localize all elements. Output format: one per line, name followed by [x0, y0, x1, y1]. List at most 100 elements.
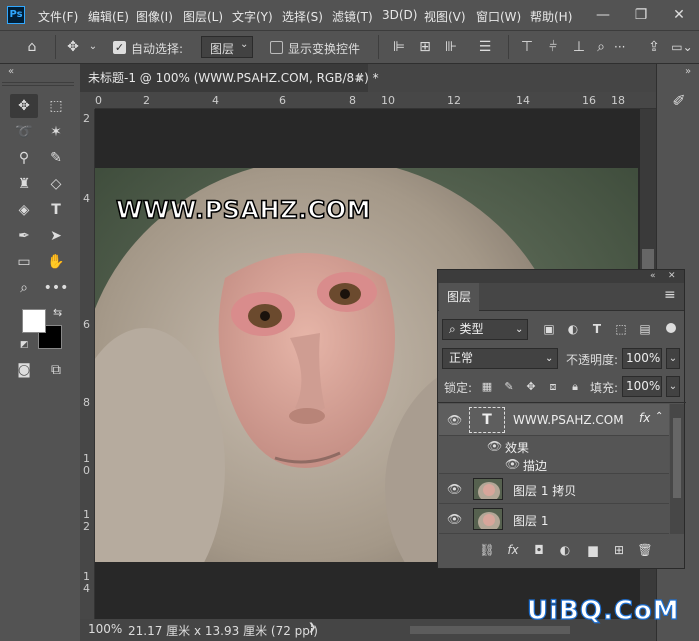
align-bottom-icon[interactable]: ⊥	[570, 37, 588, 57]
trash-icon[interactable]: 🗑︎	[636, 540, 654, 560]
zoom-level[interactable]: 100%	[88, 622, 122, 636]
menu-view[interactable]: 视图(V)	[424, 8, 466, 25]
eye-icon[interactable]: 👁︎	[505, 457, 520, 471]
eye-icon[interactable]: 👁︎	[447, 512, 462, 526]
new-group-icon[interactable]: ▆	[584, 540, 602, 560]
filter-text-icon[interactable]: T	[588, 319, 606, 339]
more-tools-icon[interactable]: •••	[42, 276, 70, 300]
workspace-icon[interactable]: ▭⌄	[670, 37, 694, 57]
canvas-text-layer[interactable]: WWW.PSAHZ.COM	[115, 195, 371, 225]
menu-help[interactable]: 帮助(H)	[530, 8, 572, 25]
magic-wand-icon[interactable]: ✶	[42, 120, 70, 144]
swap-colors-icon[interactable]: ⇆	[53, 306, 62, 319]
menu-window[interactable]: 窗口(W)	[476, 8, 521, 25]
collapse-panel-icon[interactable]: «	[650, 270, 656, 283]
new-layer-icon[interactable]: ⊞	[610, 540, 628, 560]
lock-pixels-icon[interactable]: ✎	[502, 377, 516, 397]
menu-image[interactable]: 图像(I)	[136, 8, 173, 25]
fill-input[interactable]: 100%	[622, 376, 662, 397]
rectangle-tool-icon[interactable]: ▭	[10, 250, 38, 274]
tab-layers[interactable]: 图层	[439, 283, 479, 311]
align-top-icon[interactable]: ⊤	[518, 37, 536, 57]
toolbar-grip[interactable]	[2, 82, 74, 86]
lasso-tool-icon[interactable]: ➰	[10, 120, 38, 144]
align-middle-icon[interactable]: ⫩	[544, 37, 562, 57]
paint-bucket-icon[interactable]: ◈	[10, 198, 38, 222]
restore-button[interactable]: ❐	[622, 0, 660, 30]
filter-adjustment-icon[interactable]: ◐	[564, 319, 582, 339]
fx-icon[interactable]: fx	[639, 411, 650, 425]
add-style-icon[interactable]: fx	[504, 540, 522, 560]
menu-layer[interactable]: 图层(L)	[183, 8, 223, 25]
lock-all-icon[interactable]: 🔒︎	[568, 377, 582, 397]
layers-scrollbar[interactable]	[670, 404, 684, 534]
marquee-tool-icon[interactable]: ⬚	[42, 94, 70, 118]
layer-row-text[interactable]: 👁︎ T WWW.PSAHZ.COM fx ⌃	[439, 404, 669, 436]
close-tab-icon[interactable]: ×	[355, 64, 365, 92]
search-icon[interactable]: ⌕	[592, 37, 610, 57]
foreground-color-swatch[interactable]	[22, 309, 46, 333]
panel-menu-icon[interactable]: ≡	[664, 287, 676, 303]
add-mask-icon[interactable]: ◘	[530, 540, 548, 560]
chevron-down-icon[interactable]: ⌄	[666, 348, 680, 369]
collapse-icon[interactable]: »	[685, 66, 691, 77]
type-tool-icon[interactable]: T	[42, 198, 70, 222]
layer-row-base[interactable]: 👁︎ 图层 1	[439, 504, 669, 534]
menu-file[interactable]: 文件(F)	[38, 8, 78, 25]
auto-select-dropdown[interactable]: 图层 ⌄	[201, 36, 253, 58]
share-icon[interactable]: ⇪	[646, 37, 662, 57]
scrollbar-thumb[interactable]	[642, 249, 654, 269]
menu-select[interactable]: 选择(S)	[282, 8, 323, 25]
document-tab[interactable]: 未标题-1 @ 100% (WWW.PSAHZ.COM, RGB/8#) * ×	[80, 64, 379, 92]
chevron-up-icon[interactable]: ⌃	[655, 411, 663, 422]
menu-filter[interactable]: 滤镜(T)	[332, 8, 373, 25]
filter-image-icon[interactable]: ▣	[540, 319, 558, 339]
close-panel-icon[interactable]: ✕	[668, 270, 676, 283]
eye-icon[interactable]: 👁︎	[447, 413, 462, 427]
stamp-icon[interactable]: ♜	[10, 172, 38, 196]
quick-mask-icon[interactable]: ◙	[10, 358, 38, 382]
filter-toggle[interactable]	[666, 323, 676, 333]
adjustment-layer-icon[interactable]: ◐	[556, 540, 574, 560]
lock-position-icon[interactable]: ✥	[524, 377, 538, 397]
horizontal-scrollbar-thumb[interactable]	[410, 626, 570, 634]
show-transform-checkbox[interactable]	[270, 41, 283, 54]
blend-mode-dropdown[interactable]: 正常 ⌄	[442, 348, 558, 369]
eyedropper-icon[interactable]: ⚲	[10, 146, 38, 170]
move-tool-icon[interactable]: ✥	[10, 94, 38, 118]
hand-tool-icon[interactable]: ✋	[42, 250, 70, 274]
properties-icon[interactable]: ✐	[665, 88, 693, 114]
eraser-icon[interactable]: ◇	[42, 172, 70, 196]
scrollbar-thumb[interactable]	[673, 418, 681, 498]
menu-edit[interactable]: 编辑(E)	[88, 8, 129, 25]
pen-tool-icon[interactable]: ✒	[10, 224, 38, 248]
align-center-icon[interactable]: ⊞	[416, 37, 434, 57]
brush-icon[interactable]: ✎	[42, 146, 70, 170]
minimize-button[interactable]: —	[584, 0, 622, 30]
distribute-icon[interactable]: ☰	[476, 37, 494, 57]
menu-type[interactable]: 文字(Y)	[232, 8, 273, 25]
lock-transparent-icon[interactable]: ▦	[480, 377, 494, 397]
link-layers-icon[interactable]: ⛓︎	[478, 540, 496, 560]
screen-mode-icon[interactable]: ⧉	[42, 358, 70, 382]
path-select-icon[interactable]: ➤	[42, 224, 70, 248]
align-right-icon[interactable]: ⊪	[442, 37, 460, 57]
close-window-button[interactable]: ✕	[660, 0, 698, 30]
eye-icon[interactable]: 👁︎	[447, 482, 462, 496]
filter-smart-object-icon[interactable]: ▤	[636, 319, 654, 339]
auto-select-checkbox[interactable]: ✓	[113, 41, 126, 54]
default-colors-icon[interactable]: ◩	[20, 340, 29, 350]
chevron-down-icon[interactable]: ⌄	[86, 37, 100, 57]
eye-icon[interactable]: 👁︎	[487, 439, 502, 453]
home-icon[interactable]: ⌂	[20, 37, 44, 57]
zoom-tool-icon[interactable]: ⌕	[10, 276, 38, 300]
opacity-input[interactable]: 100%	[622, 348, 662, 369]
menu-3d[interactable]: 3D(D)	[382, 8, 417, 22]
align-left-icon[interactable]: ⊫	[390, 37, 408, 57]
move-tool-icon[interactable]: ✥	[62, 37, 84, 57]
more-options[interactable]: ···	[614, 40, 625, 54]
filter-shape-icon[interactable]: ⬚	[612, 319, 630, 339]
layer-row-copy[interactable]: 👁︎ 图层 1 拷贝	[439, 474, 669, 504]
collapse-icon[interactable]: «	[8, 66, 14, 77]
chevron-right-icon[interactable]: ❯	[308, 622, 316, 633]
